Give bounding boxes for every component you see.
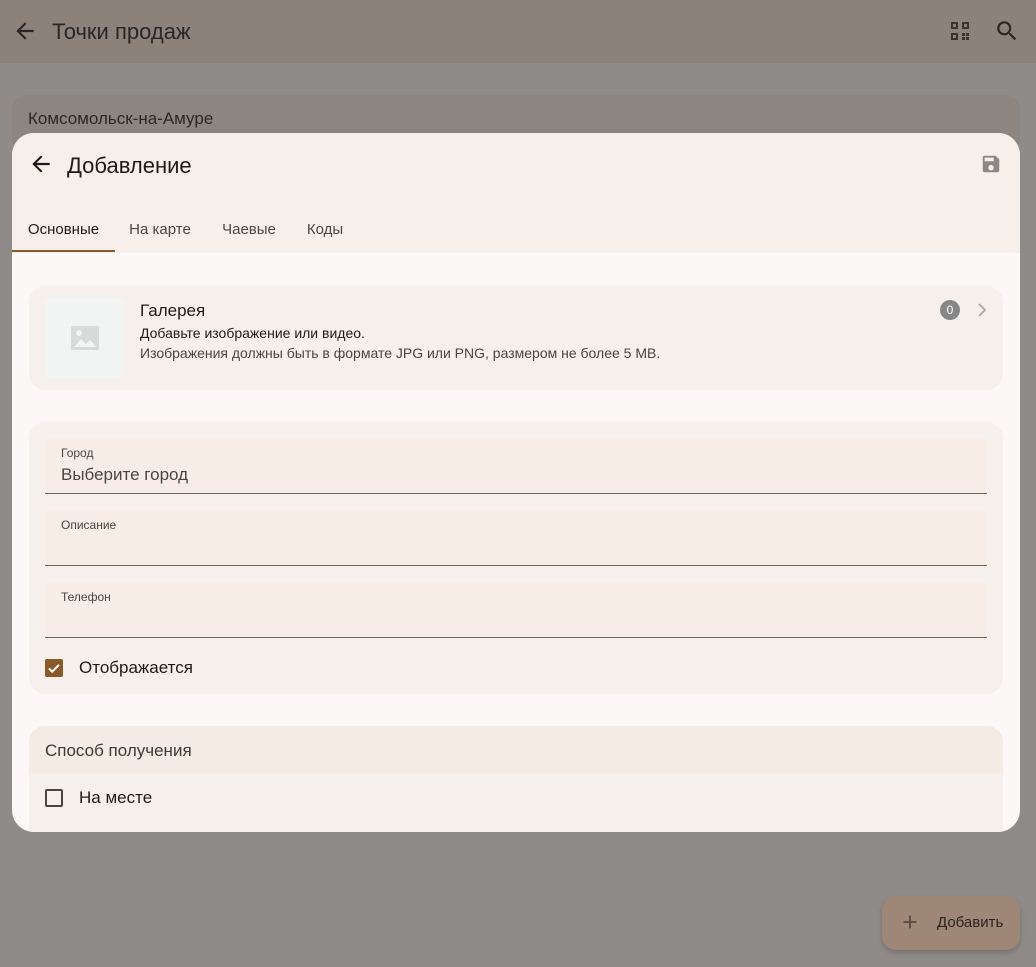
gallery-thumbnail	[45, 298, 125, 378]
city-field[interactable]: Город Выберите город	[45, 438, 987, 494]
checkmark-icon	[48, 664, 60, 674]
city-field-value: Выберите город	[61, 465, 189, 484]
gallery-hint: Изображения должны быть в формате JPG ил…	[140, 345, 661, 361]
back-arrow-icon[interactable]	[12, 18, 38, 44]
onsite-checkbox[interactable]	[45, 789, 63, 807]
add-fab-label: Добавить	[937, 914, 1004, 931]
phone-field-label: Телефон	[61, 590, 111, 604]
dialog-title: Добавление	[67, 153, 192, 178]
phone-field[interactable]: Телефон	[45, 582, 987, 638]
delivery-method-title: Способ получения	[45, 741, 192, 760]
dialog-tabs: Основные На карте Чаевые Коды	[12, 205, 1020, 253]
save-icon[interactable]	[980, 153, 1002, 175]
add-point-dialog: Добавление Основные На карте Чаевые Коды…	[12, 133, 1020, 832]
gallery-subtitle: Добавьте изображение или видео.	[140, 325, 365, 341]
visible-checkbox[interactable]	[45, 659, 63, 677]
main-fields-card: Город Выберите город Описание Телефон От…	[29, 422, 1003, 694]
visible-checkbox-label: Отображается	[79, 658, 193, 677]
gallery-card[interactable]: Галерея Добавьте изображение или видео. …	[29, 286, 1003, 390]
gallery-title: Галерея	[140, 301, 206, 320]
dialog-header: Добавление Основные На карте Чаевые Коды	[12, 133, 1020, 253]
search-icon[interactable]	[994, 18, 1020, 44]
image-placeholder-icon	[71, 326, 99, 350]
plus-icon	[903, 915, 917, 929]
active-tab-indicator	[12, 250, 115, 252]
gallery-count-badge: 0	[940, 300, 960, 320]
tab-codes[interactable]: Коды	[293, 205, 357, 253]
description-field-label: Описание	[61, 518, 117, 532]
delivery-method-header: Способ получения	[29, 726, 1003, 773]
tab-main[interactable]: Основные	[12, 205, 115, 253]
delivery-method-card: Способ получения На месте	[29, 726, 1003, 832]
background-card-title: Комсомольск-на-Амуре	[28, 109, 214, 128]
background-page-title: Точки продаж	[52, 19, 191, 44]
qr-code-icon[interactable]	[948, 19, 972, 43]
description-field[interactable]: Описание	[45, 510, 987, 566]
tab-map[interactable]: На карте	[115, 205, 205, 253]
tab-tips[interactable]: Чаевые	[205, 205, 293, 253]
city-field-label: Город	[61, 446, 94, 460]
onsite-checkbox-label: На месте	[79, 788, 153, 807]
back-arrow-icon[interactable]	[28, 151, 54, 177]
chevron-right-icon	[978, 303, 987, 317]
